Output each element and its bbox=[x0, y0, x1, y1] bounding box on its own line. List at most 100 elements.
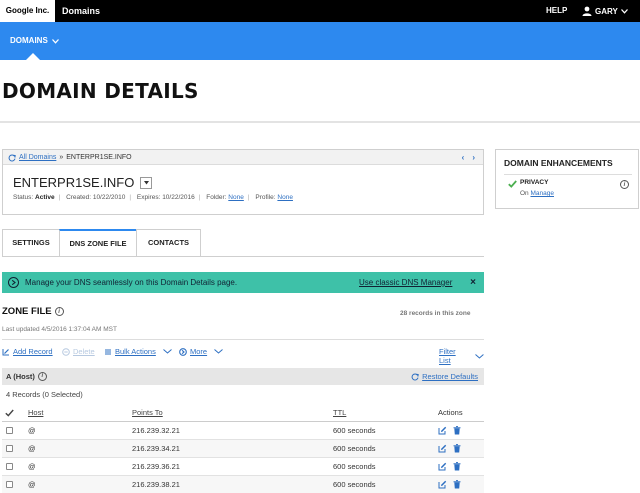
section-label: A (Host) i bbox=[6, 368, 47, 385]
zone-info-icon[interactable]: i bbox=[54, 307, 64, 316]
bulk-actions-menu[interactable]: Bulk Actions bbox=[104, 347, 172, 356]
row-ttl: 600 seconds bbox=[333, 426, 376, 435]
restore-defaults-label: Restore Defaults bbox=[422, 372, 478, 381]
host-column-header[interactable]: Host bbox=[28, 404, 43, 422]
user-name: GARY bbox=[595, 6, 618, 16]
user-menu[interactable]: GARY bbox=[582, 0, 628, 22]
delete-button[interactable]: Delete bbox=[62, 347, 95, 356]
row-checkbox[interactable] bbox=[6, 463, 13, 470]
dns-manager-banner: Manage your DNS seamlessly on this Domai… bbox=[2, 272, 484, 293]
divider bbox=[0, 121, 640, 123]
row-ttl: 600 seconds bbox=[333, 462, 376, 471]
trash-icon[interactable] bbox=[453, 480, 461, 489]
folder-label: Folder: bbox=[206, 194, 227, 201]
zone-file-title-text: ZONE FILE bbox=[2, 306, 52, 317]
points-to-column-header[interactable]: Points To bbox=[132, 404, 163, 422]
domain-details-card: All Domains » ENTERPR1SE.INFO ‹ › ENTERP… bbox=[2, 149, 484, 215]
profile-label: Profile: bbox=[255, 194, 276, 201]
section-info-icon[interactable]: i bbox=[37, 372, 47, 381]
folder-link[interactable]: None bbox=[228, 194, 244, 201]
status-label: Status: bbox=[13, 194, 34, 201]
domain-meta: Status: Active | Created: 10/22/2010 | Exp… bbox=[13, 194, 293, 201]
more-label: More bbox=[190, 347, 208, 356]
previous-domain-icon[interactable]: ‹ bbox=[462, 150, 465, 165]
add-record-icon bbox=[2, 348, 9, 355]
privacy-info-icon[interactable]: i bbox=[620, 180, 629, 189]
edit-icon[interactable] bbox=[438, 426, 447, 435]
table-header: Host Points To TTL Actions bbox=[2, 404, 484, 422]
privacy-label: PRIVACY bbox=[520, 179, 549, 186]
product-name[interactable]: Domains bbox=[62, 0, 100, 22]
select-all-checkmark-icon[interactable] bbox=[5, 404, 14, 424]
row-ttl: 600 seconds bbox=[333, 480, 376, 489]
edit-icon[interactable] bbox=[438, 444, 447, 453]
domain-enhancements-panel: DOMAIN ENHANCEMENTS PRIVACY On Manage bbox=[495, 149, 639, 209]
company-logo[interactable]: Google Inc. bbox=[0, 0, 55, 22]
row-ttl: 600 seconds bbox=[333, 444, 376, 453]
breadcrumb-bar: All Domains » ENTERPR1SE.INFO ‹ › bbox=[3, 150, 483, 165]
chevron-down-icon bbox=[163, 349, 172, 354]
caret-down-icon bbox=[143, 180, 149, 184]
top-bar: Google Inc. Domains HELP GARY bbox=[0, 0, 640, 22]
row-actions bbox=[438, 444, 461, 453]
privacy-state: On bbox=[520, 190, 529, 197]
row-actions bbox=[438, 462, 461, 471]
table-row: @ 216.239.36.21 600 seconds bbox=[2, 458, 484, 476]
created-value: 10/22/2010 bbox=[92, 194, 126, 201]
edit-icon[interactable] bbox=[438, 462, 447, 471]
row-checkbox[interactable] bbox=[6, 445, 13, 452]
nav-pointer bbox=[26, 53, 40, 60]
zone-record-count: 28 records in this zone bbox=[400, 310, 471, 317]
expires-value: 10/22/2016 bbox=[162, 194, 195, 201]
refresh-icon bbox=[411, 373, 419, 380]
tab-dns-zone-file[interactable]: DNS ZONE FILE bbox=[59, 229, 137, 256]
enhancements-title: DOMAIN ENHANCEMENTS bbox=[504, 158, 613, 168]
row-checkbox[interactable] bbox=[6, 427, 13, 434]
tab-contacts[interactable]: CONTACTS bbox=[136, 229, 201, 256]
breadcrumb-all-domains-link[interactable]: All Domains bbox=[19, 150, 56, 165]
edit-icon[interactable] bbox=[438, 480, 447, 489]
more-circle-icon bbox=[179, 347, 187, 356]
zone-file-title: ZONE FILE i bbox=[2, 306, 64, 317]
actions-column-header: Actions bbox=[438, 408, 463, 417]
domain-dropdown-button[interactable] bbox=[140, 176, 153, 189]
row-actions bbox=[438, 426, 461, 435]
a-host-section-header: A (Host) i Restore Defaults bbox=[2, 368, 484, 385]
row-host: @ bbox=[28, 444, 36, 453]
chevron-down-icon bbox=[475, 353, 484, 359]
row-points-to: 216.239.32.21 bbox=[132, 426, 180, 435]
table-row: @ 216.239.38.21 600 seconds bbox=[2, 476, 484, 493]
restore-defaults-button[interactable]: Restore Defaults bbox=[411, 368, 478, 385]
classic-dns-manager-link[interactable]: Use classic DNS Manager bbox=[359, 272, 452, 293]
trash-icon[interactable] bbox=[453, 462, 461, 471]
add-record-label: Add Record bbox=[13, 347, 53, 356]
row-host: @ bbox=[28, 426, 36, 435]
close-banner-icon[interactable]: × bbox=[470, 272, 476, 293]
refresh-icon[interactable] bbox=[8, 154, 16, 162]
chevron-down-icon bbox=[51, 38, 59, 44]
add-record-button[interactable]: Add Record bbox=[2, 347, 53, 356]
bulk-actions-label: Bulk Actions bbox=[115, 347, 156, 356]
breadcrumb-separator: » bbox=[59, 154, 64, 161]
status-value: Active bbox=[35, 194, 55, 201]
divider bbox=[2, 339, 484, 340]
filter-list-menu[interactable]: Filter List bbox=[439, 347, 484, 365]
trash-icon[interactable] bbox=[453, 426, 461, 435]
breadcrumb: All Domains » ENTERPR1SE.INFO bbox=[8, 150, 132, 165]
profile-link[interactable]: None bbox=[277, 194, 293, 201]
tab-settings[interactable]: SETTINGS bbox=[2, 229, 60, 256]
privacy-manage-link[interactable]: Manage bbox=[530, 190, 554, 197]
row-host: @ bbox=[28, 480, 36, 489]
chevron-down-icon bbox=[214, 349, 223, 354]
help-link[interactable]: HELP bbox=[546, 0, 567, 22]
breadcrumb-current: ENTERPR1SE.INFO bbox=[66, 154, 132, 161]
more-menu[interactable]: More bbox=[179, 347, 223, 356]
expires-label: Expires: bbox=[136, 194, 161, 201]
trash-icon[interactable] bbox=[453, 444, 461, 453]
created-label: Created: bbox=[66, 194, 92, 201]
row-checkbox[interactable] bbox=[6, 481, 13, 488]
row-points-to: 216.239.36.21 bbox=[132, 462, 180, 471]
ttl-column-header[interactable]: TTL bbox=[333, 404, 346, 422]
next-domain-icon[interactable]: › bbox=[472, 150, 475, 165]
privacy-status: On Manage bbox=[520, 190, 554, 197]
